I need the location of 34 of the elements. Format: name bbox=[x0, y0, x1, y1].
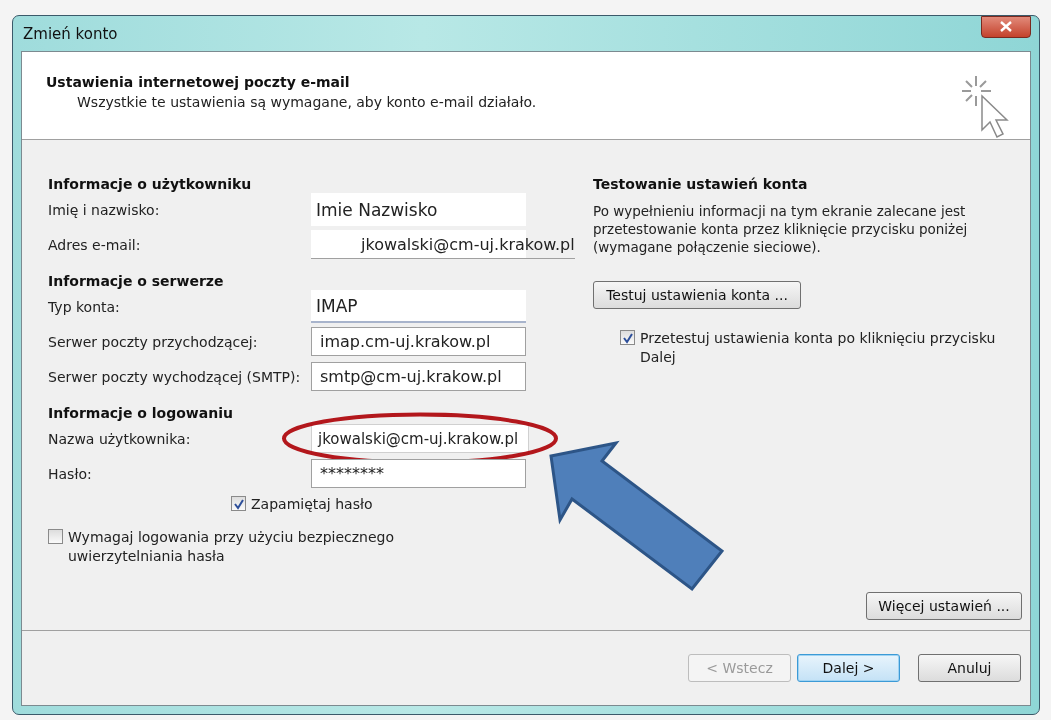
text-field[interactable]: ******** bbox=[311, 459, 526, 488]
checkbox-label: Przetestuj ustawienia konta po kliknięciu przycisku Dalej bbox=[640, 329, 997, 367]
section-heading: Informacje o logowaniu bbox=[48, 404, 234, 421]
section-heading: Testowanie ustawień konta bbox=[593, 175, 809, 192]
checkbox[interactable] bbox=[620, 330, 635, 345]
section-heading: Informacje o użytkowniku bbox=[48, 175, 253, 192]
dialog-button[interactable]: Dalej > bbox=[797, 654, 900, 682]
checkbox-label: Zapamiętaj hasło bbox=[251, 495, 373, 514]
text-field[interactable]: jkowalski@cm-uj.krakow.pl bbox=[311, 230, 575, 259]
more-settings-button[interactable]: Więcej ustawień ... bbox=[866, 592, 1022, 620]
field-label: Serwer poczty wychodzącej (SMTP): bbox=[48, 368, 302, 385]
field-label: Adres e-mail: bbox=[48, 236, 142, 253]
close-icon bbox=[1000, 21, 1012, 32]
checkbox[interactable] bbox=[231, 496, 246, 511]
field-label: Imię i nazwisko: bbox=[48, 201, 161, 218]
dialog-button[interactable]: Anuluj bbox=[918, 654, 1021, 682]
field-label: Hasło: bbox=[48, 465, 93, 482]
header-subtitle: Wszystkie te ustawienia są wymagane, aby konto e-mail działało. bbox=[77, 94, 537, 110]
info-text: Po wypełnieniu informacji na tym ekranie zalecane jest przetestowanie konta przez kliknięcie przycisku poniżej (wymagane połączenie sieciowe). bbox=[593, 202, 969, 256]
text-field[interactable]: jkowalski@cm-uj.krakow.pl bbox=[311, 424, 529, 453]
text-field[interactable]: Imie Nazwisko bbox=[311, 193, 526, 226]
text-field[interactable]: smtp@cm-uj.krakow.pl bbox=[311, 362, 526, 391]
field-label: Typ konta: bbox=[48, 298, 121, 315]
text-field[interactable]: IMAP bbox=[311, 290, 526, 323]
field-label: Nazwa użytkownika: bbox=[48, 430, 192, 447]
header-title: Ustawienia internetowej poczty e-mail bbox=[46, 74, 351, 90]
field-label: Serwer poczty przychodzącej: bbox=[48, 333, 259, 350]
checkbox-label: Wymagaj logowania przy użyciu bezpiecznego uwierzytelniania hasła bbox=[68, 528, 395, 566]
close-button[interactable] bbox=[981, 15, 1031, 38]
text-field[interactable]: imap.cm-uj.krakow.pl bbox=[311, 327, 526, 356]
test-settings-button[interactable]: Testuj ustawienia konta ... bbox=[593, 281, 801, 309]
checkbox[interactable] bbox=[48, 529, 63, 544]
section-heading: Informacje o serwerze bbox=[48, 272, 225, 289]
window-title: Zmień konto bbox=[23, 24, 118, 43]
